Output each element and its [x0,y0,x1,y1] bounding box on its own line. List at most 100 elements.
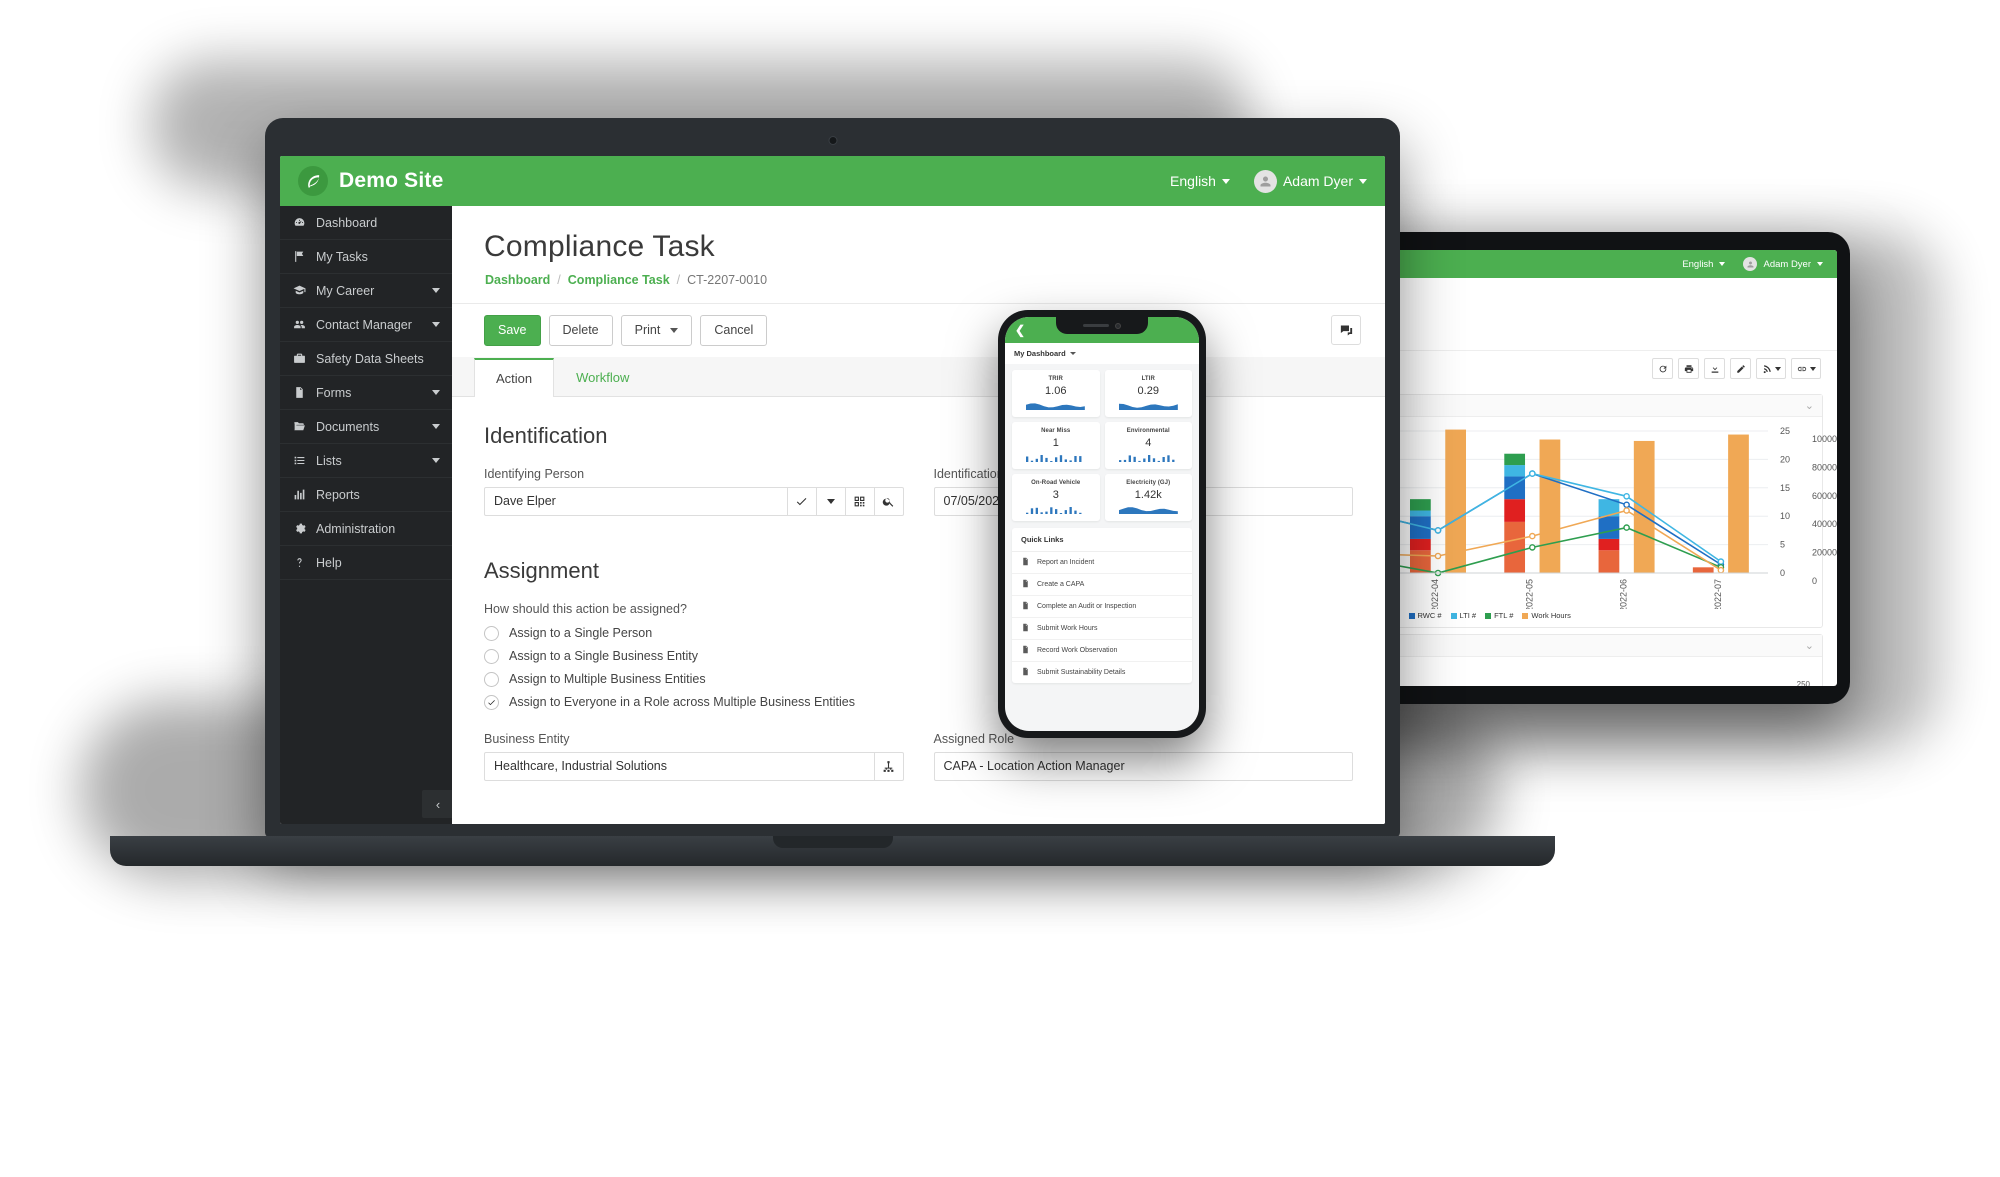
kpi-sparkline [1109,401,1189,410]
kpi-card-trir[interactable]: TRIR 1.06 [1012,370,1100,417]
kpi-label: LTIR [1141,376,1155,382]
tablet-language-selector[interactable]: English [1682,259,1726,270]
sidebar-item-help[interactable]: Help [280,546,452,580]
sidebar-item-documents[interactable]: Documents [280,410,452,444]
sidebar-item-reports[interactable]: Reports [280,478,452,512]
business-entity-input[interactable]: Healthcare, Industrial Solutions [484,751,875,781]
org-chart-icon[interactable] [874,751,904,781]
language-label: English [1170,173,1216,189]
sidebar-item-label: Lists [316,453,342,468]
breadcrumb-item-dashboard[interactable]: Dashboard [485,273,550,287]
business-entity-input-group: Healthcare, Industrial Solutions [484,751,904,781]
chevron-down-icon [1069,352,1076,355]
link-icon[interactable] [1791,358,1821,379]
quick-link-label: Report an Incident [1037,559,1095,566]
comments-icon[interactable] [1331,315,1361,346]
pencil-icon[interactable] [1730,358,1751,379]
assignment-option-3[interactable]: Assign to Multiple Business Entities [484,671,1353,687]
delete-button[interactable]: Delete [548,315,613,346]
sidebar-item-label: Documents [316,419,380,434]
svg-text:200000: 200000 [1812,548,1837,558]
gear-icon [292,522,307,535]
dashboard-selector[interactable]: My Dashboard [1005,343,1199,364]
kpi-card-near-miss[interactable]: Near Miss 1 [1012,422,1100,469]
radio-button[interactable] [484,671,499,687]
check-icon[interactable] [787,486,817,516]
kpi-grid: TRIR 1.06 LTIR 0.29 Near Miss 1 Environmental 4… [1005,364,1199,521]
sidebar-item-label: Safety Data Sheets [316,351,424,366]
kpi-label: Electricity (GJ) [1126,480,1171,486]
save-button[interactable]: Save [484,315,541,346]
user-menu[interactable]: Adam Dyer [1253,169,1367,193]
chevron-down-icon[interactable] [816,486,846,516]
search-icon[interactable] [874,486,904,516]
sidebar-item-lists[interactable]: Lists [280,444,452,478]
section-title-assignment: Assignment [484,557,599,583]
assignment-option-1[interactable]: Assign to a Single Person [484,625,1353,641]
tab-workflow[interactable]: Workflow [554,358,651,397]
print-icon[interactable] [1678,358,1699,379]
document-icon [1021,645,1030,656]
radio-button[interactable] [484,625,499,641]
download-icon[interactable] [1704,358,1725,379]
legend-item[interactable]: FTL # [1485,611,1513,620]
kpi-card-on-road-vehicle[interactable]: On-Road Vehicle 3 [1012,474,1100,521]
sidebar-item-forms[interactable]: Forms [280,376,452,410]
quick-link-item[interactable]: Submit Sustainability Details [1012,662,1192,683]
chevron-left-icon[interactable]: ❮ [1015,323,1025,337]
svg-text:10: 10 [1780,511,1790,521]
kpi-label: On-Road Vehicle [1031,480,1081,486]
quick-link-item[interactable]: Record Work Observation [1012,640,1192,662]
quick-link-item[interactable]: Complete an Audit or Inspection [1012,596,1192,618]
legend-item[interactable]: LTI # [1450,611,1476,620]
assigned-role-input[interactable]: CAPA - Location Action Manager [933,751,1353,781]
kpi-card-electricity-gj-[interactable]: Electricity (GJ) 1.42k [1104,474,1192,521]
briefcase-icon [292,352,307,365]
tab-action[interactable]: Action [474,357,555,397]
breadcrumb-separator: / [557,273,561,287]
print-button[interactable]: Print [620,315,693,346]
sidebar-item-safety-data-sheets[interactable]: Safety Data Sheets [280,342,452,376]
sidebar-item-my-career[interactable]: My Career [280,274,452,308]
barcode-icon[interactable] [845,486,875,516]
legend-item[interactable]: Work Hours [1522,611,1571,620]
radio-button[interactable] [484,694,499,710]
folder-open-icon [292,420,307,433]
quick-link-item[interactable]: Submit Work Hours [1012,618,1192,640]
bar-chart-icon [292,488,307,501]
tablet-user-menu[interactable]: Adam Dyer [1743,257,1823,271]
phone-frame: ❮ Dashboard My Dashboard TRIR1.06LTIR0.2… [998,310,1206,738]
svg-text:5: 5 [1780,540,1785,550]
assignment-option-4[interactable]: Assign to Everyone in a Role across Mult… [484,694,1353,710]
sidebar-item-administration[interactable]: Administration [280,512,452,546]
legend-item[interactable]: RWC # [1408,611,1442,620]
rss-icon[interactable] [1756,358,1786,379]
radio-button[interactable] [484,648,499,664]
chevron-down-icon [432,322,440,327]
identifying-person-input[interactable]: Dave Elper [484,486,788,516]
assigned-role-group: Assigned Role CAPA - Location Action Man… [933,732,1353,781]
language-selector[interactable]: English [1170,173,1230,189]
sidebar-item-my-tasks[interactable]: My Tasks [280,240,452,274]
sidebar-item-dashboard[interactable]: Dashboard [280,206,452,240]
assignment-options: Assign to a Single Person Assign to a Sin… [484,625,1353,710]
refresh-icon[interactable] [1652,358,1673,379]
assignment-option-2[interactable]: Assign to a Single Business Entity [484,648,1353,664]
quick-link-item[interactable]: Create a CAPA [1012,574,1192,596]
chevron-down-icon[interactable]: ⌄ [1805,639,1814,652]
brand[interactable]: Demo Site [298,166,444,196]
legend-swatch [1485,612,1492,619]
breadcrumb-item-compliance-task[interactable]: Compliance Task [568,273,670,287]
chevron-down-icon[interactable]: ⌄ [1805,399,1814,412]
kpi-card-environmental[interactable]: Environmental 4 [1104,422,1192,469]
quick-links-card: Quick Links Report an Incident Create a C… [1012,528,1192,683]
document-icon [1021,557,1030,568]
quick-link-item[interactable]: Report an Incident [1012,552,1192,574]
kpi-value: 3 [1052,489,1059,501]
sidebar-collapse-button[interactable]: ‹ [422,790,454,818]
kpi-card-ltir[interactable]: LTIR 0.29 [1104,370,1192,417]
cancel-button[interactable]: Cancel [700,315,768,346]
breadcrumb-item-current: CT-2207-0010 [687,273,768,287]
sidebar-item-contact-manager[interactable]: Contact Manager [280,308,452,342]
quick-links-heading: Quick Links [1012,528,1192,552]
